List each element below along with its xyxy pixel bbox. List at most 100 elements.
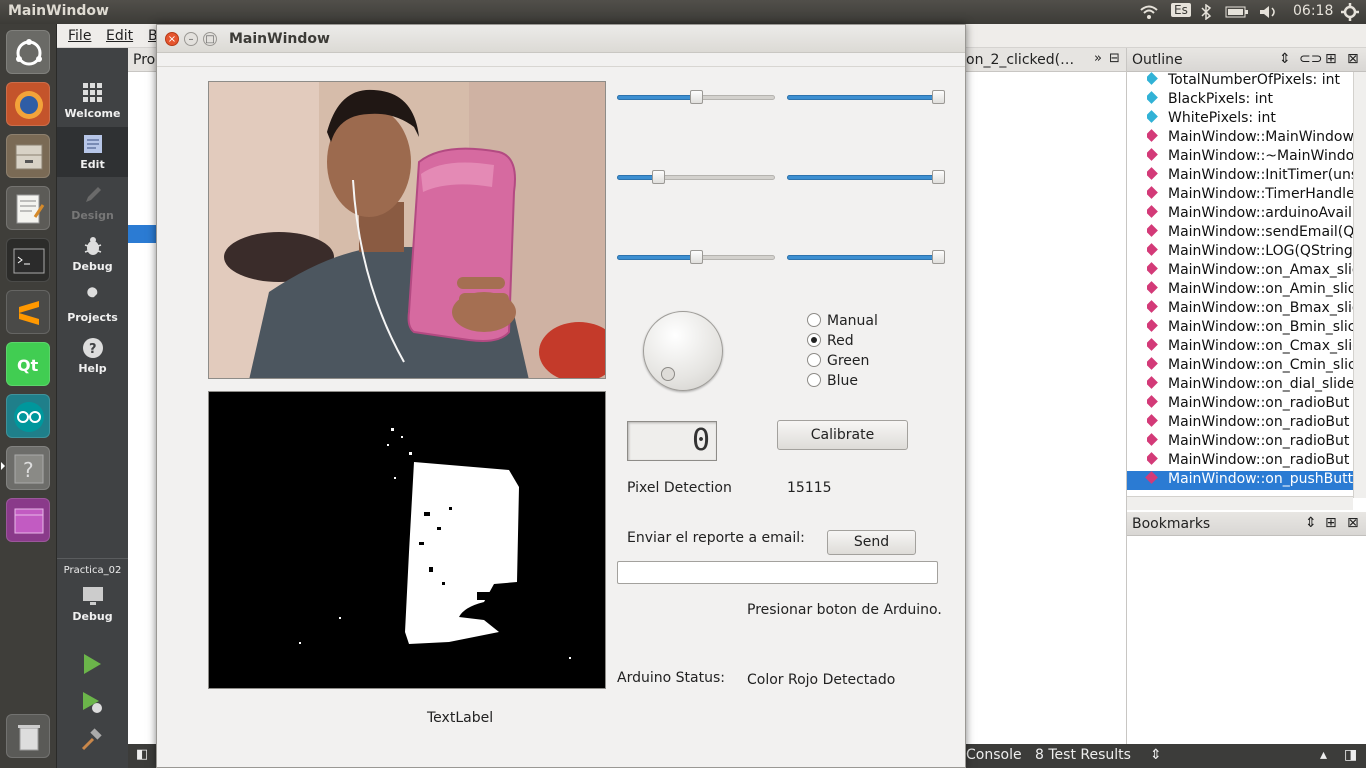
outline-item[interactable]: MainWindow::on_Amax_slic: [1147, 262, 1353, 281]
build-hammer-icon[interactable]: [80, 728, 104, 752]
outline-item[interactable]: MainWindow::~MainWindow: [1147, 148, 1353, 167]
debug-run-icon[interactable]: [80, 690, 104, 714]
editor-area[interactable]: [966, 48, 1126, 744]
outline-item[interactable]: MainWindow::on_radioBut: [1147, 433, 1353, 452]
outline-item[interactable]: MainWindow::on_Amin_slic: [1147, 281, 1353, 300]
outline-item[interactable]: MainWindow::on_radioBut: [1147, 395, 1353, 414]
bluetooth-icon[interactable]: [1200, 4, 1212, 20]
slider-cmax[interactable]: [787, 249, 945, 265]
send-button[interactable]: Send: [827, 530, 916, 555]
minimize-icon[interactable]: –: [184, 32, 198, 46]
tab-console[interactable]: Console: [966, 747, 1022, 763]
outline-item[interactable]: TotalNumberOfPixels: int: [1147, 72, 1353, 91]
slider-amin[interactable]: [617, 89, 775, 105]
launcher-unknown-app-button[interactable]: ?: [6, 446, 50, 490]
slider-handle[interactable]: [932, 170, 945, 184]
outline-item[interactable]: MainWindow::LOG(QString,: [1147, 243, 1353, 262]
slider-bmin[interactable]: [617, 169, 775, 185]
outline-item[interactable]: MainWindow::sendEmail(Q: [1147, 224, 1353, 243]
outline-item[interactable]: BlackPixels: int: [1147, 91, 1353, 110]
launcher-dash-button[interactable]: [6, 30, 50, 74]
slider-amax[interactable]: [787, 89, 945, 105]
outline-item[interactable]: MainWindow::InitTimer(uns: [1147, 167, 1353, 186]
menu-file[interactable]: File: [68, 28, 91, 44]
radio-indicator[interactable]: [807, 353, 821, 367]
wifi-icon[interactable]: [1139, 4, 1159, 20]
outline-item[interactable]: MainWindow::on_pushButt: [1127, 471, 1353, 490]
window-titlebar[interactable]: × – □ MainWindow: [157, 25, 965, 53]
link-icon[interactable]: ⊂⊃: [1299, 51, 1322, 67]
close-icon[interactable]: ×: [165, 32, 179, 46]
slider-handle[interactable]: [690, 90, 703, 104]
launcher-terminal-button[interactable]: [6, 238, 50, 282]
outline-item[interactable]: MainWindow::MainWindow: [1147, 129, 1353, 148]
radio-blue[interactable]: Blue: [807, 373, 858, 391]
bookmarks-sort-icon[interactable]: ⇕: [1305, 515, 1317, 531]
tab-test-results[interactable]: 8 Test Results: [1035, 747, 1131, 763]
split-icon[interactable]: ⊟: [1109, 51, 1120, 66]
outline-item[interactable]: MainWindow::on_Bmax_slic: [1147, 300, 1353, 319]
kit-selector[interactable]: Debug: [57, 579, 128, 629]
menu-edit[interactable]: Edit: [106, 28, 133, 44]
maximize-panel-icon[interactable]: ▴: [1320, 747, 1327, 763]
run-icon[interactable]: [80, 652, 104, 676]
toggle-right-sidebar-icon[interactable]: ◨: [1344, 747, 1357, 763]
outline-item[interactable]: MainWindow::on_Bmin_slic: [1147, 319, 1353, 338]
editor-symbol-tab[interactable]: on_2_clicked(… » ⊟: [966, 48, 1126, 72]
split-icon[interactable]: ⊞: [1325, 515, 1337, 531]
mode-edit[interactable]: Edit: [57, 127, 128, 177]
slider-handle[interactable]: [652, 170, 665, 184]
close-icon[interactable]: ⊠: [1347, 51, 1359, 67]
volume-icon[interactable]: [1259, 5, 1279, 19]
outline-item[interactable]: MainWindow::on_dial_slide: [1147, 376, 1353, 395]
mode-help[interactable]: ? Help: [57, 331, 128, 381]
battery-icon[interactable]: [1225, 6, 1249, 18]
toggle-sidebar-icon[interactable]: ◧: [136, 747, 148, 762]
outline-item[interactable]: MainWindow::TimerHandle: [1147, 186, 1353, 205]
maximize-icon[interactable]: □: [203, 32, 217, 46]
outline-scrollbar[interactable]: [1353, 72, 1366, 498]
radio-indicator[interactable]: [807, 333, 821, 347]
radio-manual[interactable]: Manual: [807, 313, 878, 331]
outline-hscrollbar[interactable]: [1127, 496, 1353, 510]
launcher-firefox-button[interactable]: [6, 82, 50, 126]
outline-item[interactable]: MainWindow::on_radioBut: [1147, 452, 1353, 471]
gear-icon[interactable]: [1341, 3, 1359, 21]
launcher-sublime-button[interactable]: [6, 290, 50, 334]
radio-indicator[interactable]: [807, 373, 821, 387]
project-selected-row[interactable]: [128, 225, 158, 243]
launcher-arduino-button[interactable]: [6, 394, 50, 438]
slider-handle[interactable]: [690, 250, 703, 264]
slider-handle[interactable]: [932, 250, 945, 264]
radio-green[interactable]: Green: [807, 353, 869, 371]
tabs-dropdown-icon[interactable]: ⇕: [1150, 747, 1162, 763]
launcher-qtcreator-button[interactable]: Qt: [6, 342, 50, 386]
launcher-trash-button[interactable]: [6, 714, 50, 758]
launcher-workspaces-button[interactable]: [6, 498, 50, 542]
tab-overflow-icon[interactable]: »: [1094, 51, 1102, 66]
outline-item[interactable]: MainWindow::arduinoAvail: [1147, 205, 1353, 224]
outline-item[interactable]: MainWindow::on_Cmin_slic: [1147, 357, 1353, 376]
split-icon[interactable]: ⊞: [1325, 51, 1337, 67]
outline-item[interactable]: WhitePixels: int: [1147, 110, 1353, 129]
outline-item[interactable]: MainWindow::on_Cmax_slic: [1147, 338, 1353, 357]
close-icon[interactable]: ⊠: [1347, 515, 1359, 531]
slider-handle[interactable]: [932, 90, 945, 104]
launcher-files-button[interactable]: [6, 134, 50, 178]
mode-debug[interactable]: Debug: [57, 229, 128, 279]
clock[interactable]: 06:18: [1293, 3, 1333, 19]
threshold-dial[interactable]: [643, 311, 723, 391]
calibrate-button[interactable]: Calibrate: [777, 420, 908, 450]
slider-bmax[interactable]: [787, 169, 945, 185]
keyboard-layout-indicator[interactable]: Es: [1171, 3, 1191, 17]
email-field[interactable]: [617, 561, 938, 584]
outline-item[interactable]: MainWindow::on_radioBut: [1147, 414, 1353, 433]
outline-sort-icon[interactable]: ⇕: [1279, 51, 1291, 67]
slider-cmin[interactable]: [617, 249, 775, 265]
mode-welcome[interactable]: Welcome: [57, 76, 128, 126]
launcher-text-editor-button[interactable]: [6, 186, 50, 230]
radio-indicator[interactable]: [807, 313, 821, 327]
mode-projects[interactable]: Projects: [57, 280, 128, 330]
radio-red[interactable]: Red: [807, 333, 854, 351]
mode-design[interactable]: Design: [57, 178, 128, 228]
